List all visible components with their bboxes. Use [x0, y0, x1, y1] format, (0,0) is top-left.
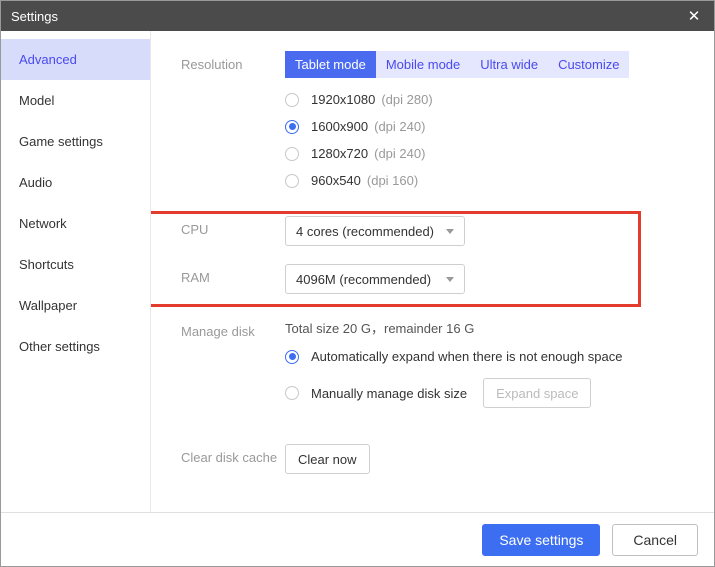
sidebar: AdvancedModelGame settingsAudioNetworkSh…	[1, 31, 151, 512]
row-manage-disk: Manage disk Total size 20 G，remainder 16…	[181, 318, 690, 422]
sidebar-item-shortcuts[interactable]: Shortcuts	[1, 244, 150, 285]
sidebar-item-advanced[interactable]: Advanced	[1, 39, 150, 80]
save-settings-button[interactable]: Save settings	[482, 524, 600, 556]
mode-tab-customize[interactable]: Customize	[548, 51, 629, 78]
sidebar-item-other-settings[interactable]: Other settings	[1, 326, 150, 367]
window-title: Settings	[11, 9, 58, 24]
radio-icon	[285, 120, 299, 134]
label-manage-disk: Manage disk	[181, 318, 285, 339]
resolution-dpi: (dpi 240)	[374, 146, 425, 161]
resolution-content: Tablet modeMobile modeUltra wideCustomiz…	[285, 51, 690, 200]
sidebar-item-audio[interactable]: Audio	[1, 162, 150, 203]
resolution-value: 1600x900	[311, 119, 368, 134]
cpu-select-value: 4 cores (recommended)	[296, 224, 434, 239]
sidebar-item-game-settings[interactable]: Game settings	[1, 121, 150, 162]
close-icon[interactable]: ✕	[684, 6, 704, 26]
resolution-list: 1920x1080(dpi 280)1600x900(dpi 240)1280x…	[285, 92, 690, 188]
radio-icon	[285, 386, 299, 400]
sidebar-item-network[interactable]: Network	[1, 203, 150, 244]
chevron-down-icon	[446, 229, 454, 234]
radio-icon	[285, 350, 299, 364]
resolution-value: 1280x720	[311, 146, 368, 161]
resolution-dpi: (dpi 160)	[367, 173, 418, 188]
row-ram: RAM 4096M (recommended)	[181, 264, 690, 294]
row-resolution: Resolution Tablet modeMobile modeUltra w…	[181, 51, 690, 200]
radio-icon	[285, 174, 299, 188]
label-cpu: CPU	[181, 216, 285, 237]
radio-icon	[285, 93, 299, 107]
resolution-dpi: (dpi 280)	[381, 92, 432, 107]
main-panel: Resolution Tablet modeMobile modeUltra w…	[151, 31, 714, 512]
sidebar-item-model[interactable]: Model	[1, 80, 150, 121]
disk-summary: Total size 20 G，remainder 16 G	[285, 318, 690, 337]
cancel-button[interactable]: Cancel	[612, 524, 698, 556]
window-body: AdvancedModelGame settingsAudioNetworkSh…	[1, 31, 714, 512]
mode-tab-tablet-mode[interactable]: Tablet mode	[285, 51, 376, 78]
row-cpu: CPU 4 cores (recommended)	[181, 216, 690, 246]
resolution-option[interactable]: 1600x900 (dpi 240)	[285, 119, 690, 134]
expand-space-button: Expand space	[483, 378, 591, 408]
label-clear-cache: Clear disk cache	[181, 444, 285, 465]
disk-option-label: Automatically expand when there is not e…	[311, 349, 622, 364]
mode-tabs: Tablet modeMobile modeUltra wideCustomiz…	[285, 51, 690, 78]
clear-now-button[interactable]: Clear now	[285, 444, 370, 474]
titlebar: Settings ✕	[1, 1, 714, 31]
sidebar-item-wallpaper[interactable]: Wallpaper	[1, 285, 150, 326]
mode-tab-ultra-wide[interactable]: Ultra wide	[470, 51, 548, 78]
disk-option[interactable]: Automatically expand when there is not e…	[285, 349, 690, 364]
ram-select[interactable]: 4096M (recommended)	[285, 264, 465, 294]
label-ram: RAM	[181, 264, 285, 285]
disk-option[interactable]: Manually manage disk size Expand space	[285, 378, 690, 408]
resolution-option[interactable]: 1280x720 (dpi 240)	[285, 146, 690, 161]
label-resolution: Resolution	[181, 51, 285, 72]
resolution-value: 960x540	[311, 173, 361, 188]
row-clear-cache: Clear disk cache Clear now	[181, 444, 690, 474]
footer: Save settings Cancel	[1, 512, 714, 566]
cpu-select[interactable]: 4 cores (recommended)	[285, 216, 465, 246]
disk-option-label: Manually manage disk size	[311, 386, 467, 401]
resolution-option[interactable]: 1920x1080 (dpi 280)	[285, 92, 690, 107]
chevron-down-icon	[446, 277, 454, 282]
resolution-option[interactable]: 960x540 (dpi 160)	[285, 173, 690, 188]
ram-select-value: 4096M (recommended)	[296, 272, 431, 287]
resolution-value: 1920x1080	[311, 92, 375, 107]
settings-window: Settings ✕ AdvancedModelGame settingsAud…	[0, 0, 715, 567]
resolution-dpi: (dpi 240)	[374, 119, 425, 134]
mode-tab-mobile-mode[interactable]: Mobile mode	[376, 51, 470, 78]
radio-icon	[285, 147, 299, 161]
